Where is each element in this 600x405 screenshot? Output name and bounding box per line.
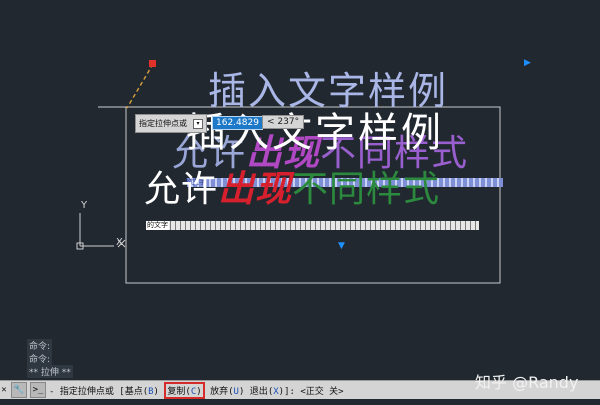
option-undo-key: U bbox=[233, 386, 239, 397]
option-copy-key: C bbox=[190, 386, 197, 397]
dynamic-input-distance-field[interactable]: 162.4829 bbox=[212, 116, 263, 130]
dynamic-input-angle-field[interactable]: < 237° bbox=[262, 115, 305, 129]
option-basepoint-label: 基点 bbox=[124, 386, 143, 397]
option-exit[interactable]: 退出(X) bbox=[250, 384, 284, 397]
option-undo-label: 放弃 bbox=[210, 386, 229, 397]
option-basepoint-key: B bbox=[148, 386, 154, 397]
dynamic-input-menu-icon[interactable]: ▾ bbox=[193, 118, 203, 129]
history-line-2: 命令: bbox=[27, 352, 53, 365]
watermark: 知乎 @Randy bbox=[475, 373, 579, 392]
customize-wrench-icon[interactable]: 🔧 bbox=[11, 382, 27, 398]
ucs-y-label: Y bbox=[81, 200, 88, 211]
ucs-x-label: X bbox=[116, 237, 123, 248]
command-suffix-text: ]: <正交 关> bbox=[284, 386, 344, 397]
option-exit-key: X bbox=[273, 386, 279, 397]
option-basepoint[interactable]: 基点(B) bbox=[125, 384, 159, 397]
main-text-bar[interactable]: 的文字 bbox=[146, 221, 479, 230]
main-subtitle-part-b: 出现 bbox=[218, 169, 293, 210]
history-line-3: ** 拉伸 ** bbox=[27, 365, 73, 378]
stretch-rubberband-line bbox=[126, 63, 154, 109]
option-copy[interactable]: 复制(C) bbox=[164, 381, 205, 399]
command-prompt-text: - 指定拉伸点或 [ bbox=[49, 386, 125, 397]
option-copy-label: 复制 bbox=[167, 386, 186, 397]
main-subtitle-text[interactable]: 允许出现不同样式 bbox=[144, 160, 440, 212]
viewport-arrow-icon[interactable]: ▶ bbox=[524, 58, 531, 68]
history-line-1: 命令: bbox=[27, 339, 53, 352]
stretch-grip[interactable] bbox=[149, 60, 156, 67]
option-undo[interactable]: 放弃(U) bbox=[210, 384, 244, 397]
main-subtitle-part-c: 不同样式 bbox=[292, 169, 441, 210]
command-prompt-icon[interactable]: >_ bbox=[30, 382, 46, 398]
text-grip-triangle-icon[interactable]: ▼ bbox=[338, 241, 345, 251]
close-icon[interactable]: ✕ bbox=[0, 383, 8, 397]
main-subtitle-part-a: 允许 bbox=[144, 169, 219, 210]
dynamic-input-label-text: 指定拉伸点或 bbox=[139, 119, 187, 128]
option-exit-label: 退出 bbox=[249, 386, 268, 397]
main-text-bar-label: 的文字 bbox=[146, 221, 169, 230]
dynamic-input-label: 指定拉伸点或 ▾ bbox=[135, 114, 207, 133]
